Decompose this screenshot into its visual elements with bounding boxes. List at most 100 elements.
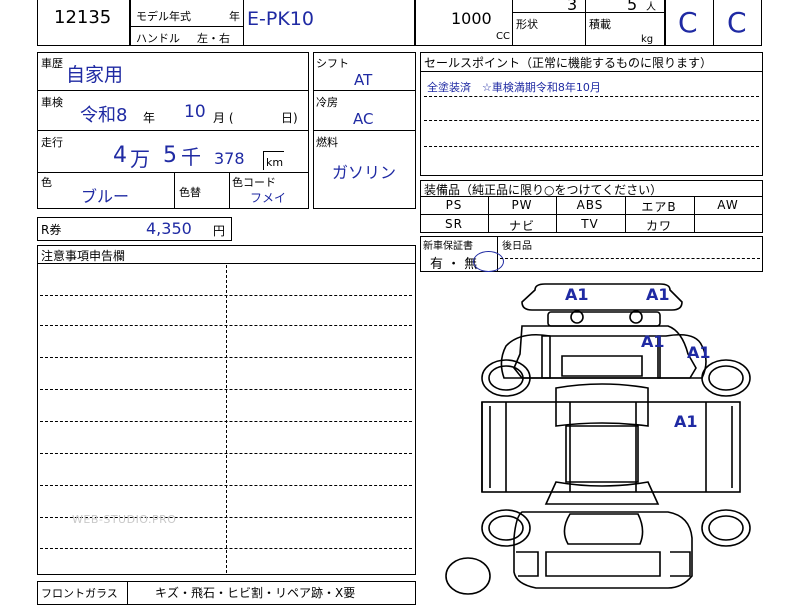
damage-mark-rear-quarter: A1 — [687, 343, 711, 362]
color-code-value: フメイ — [250, 191, 287, 205]
car-diagram — [445, 283, 751, 595]
info-line-2 — [37, 130, 309, 131]
cooling-value: AC — [353, 110, 374, 128]
color-divider-1 — [174, 172, 175, 209]
notes-center-dash — [226, 265, 227, 573]
seats-unit: 人 — [646, 2, 656, 13]
notes-dash-6 — [40, 453, 412, 454]
model-year-unit: 年 — [229, 10, 240, 23]
displacement-unit: CC — [496, 31, 510, 42]
mileage-unit-box — [263, 151, 284, 170]
mileage-label: 走行 — [41, 136, 63, 149]
inspection-day-unit: 日) — [281, 111, 298, 125]
equipment-title-line — [420, 196, 763, 197]
inspection-month-unit: 月 ( — [213, 111, 234, 125]
notes-dash-9 — [40, 548, 412, 549]
inspection-month: 10 — [184, 102, 206, 122]
handle-label: ハンドル — [136, 32, 180, 45]
notes-dash-4 — [40, 389, 412, 390]
damage-mark-rear-right: A1 — [646, 285, 670, 304]
sales-dash-3 — [424, 146, 759, 147]
equip-leather: カワ — [645, 219, 672, 233]
inspection-year-unit: 年 — [143, 111, 156, 125]
sales-dash-1 — [424, 96, 759, 97]
notes-dash-2 — [40, 325, 412, 326]
mileage-rest: 378 — [214, 149, 245, 168]
fuel-value: ガソリン — [332, 163, 397, 182]
mileage-man: 4 — [113, 143, 127, 168]
load-unit: kg — [641, 34, 654, 45]
warranty-label: 新車保証書 — [423, 241, 473, 252]
spec-divider-1 — [512, 0, 513, 46]
sales-points-line1: 全塗装済 ☆車検満期令和8年10月 — [427, 81, 601, 94]
equip-airbag: エアB — [641, 200, 677, 214]
color-label: 色 — [41, 176, 52, 189]
sales-points-title: セールスポイント（正常に機能するものに限ります） — [424, 56, 713, 70]
sales-dash-2 — [424, 120, 759, 121]
equip-pw: PW — [511, 198, 533, 212]
lot-number: 12135 — [54, 7, 112, 28]
notes-title-line — [37, 263, 416, 264]
equip-ps: PS — [445, 198, 463, 212]
seats: 5 — [627, 0, 638, 14]
doors: 3 — [567, 0, 578, 14]
recycle-value: 4,350 — [146, 219, 192, 238]
damage-mark-side: A1 — [674, 412, 698, 431]
model-divider — [243, 0, 244, 46]
color-value: ブルー — [81, 187, 130, 206]
mileage-sen-unit: 千 — [181, 145, 201, 169]
shift-label: シフト — [316, 57, 349, 70]
color-divider-2 — [229, 172, 230, 209]
inspection-era-year: 令和8 — [80, 105, 128, 126]
damage-mark-rear-gate: A1 — [641, 332, 665, 351]
notes-dash-3 — [40, 357, 412, 358]
spec-divider-2 — [585, 0, 586, 46]
windshield-label: フロントガラス — [41, 587, 118, 600]
recycle-label: R券 — [41, 223, 62, 237]
windshield-options: キズ・飛石・ヒビ割・リペア跡・X要 — [155, 586, 356, 600]
windshield-divider — [127, 581, 128, 605]
shift-value: AT — [354, 71, 373, 89]
info-line-3 — [37, 172, 309, 173]
fuel-label: 燃料 — [316, 136, 338, 149]
warranty-options: 有 ・ 無 — [430, 257, 478, 272]
grade-right: C — [727, 6, 747, 39]
load-label: 積載 — [589, 18, 611, 31]
inspection-label: 車検 — [41, 96, 63, 109]
recycle-unit: 円 — [213, 224, 226, 238]
warranty-none-circle — [473, 251, 504, 272]
recycle-box — [37, 217, 232, 241]
grade-left: C — [678, 6, 698, 39]
notes-title: 注意事項申告欄 — [41, 249, 126, 263]
info-line-1 — [37, 90, 309, 91]
shape-label: 形状 — [516, 18, 538, 31]
spec-row-line — [512, 12, 665, 13]
displacement: 1000 — [451, 9, 492, 28]
history-value: 自家用 — [66, 64, 124, 86]
notes-dash-7 — [40, 485, 412, 486]
cooling-label: 冷房 — [316, 96, 338, 109]
drive-line-1 — [313, 90, 416, 91]
drive-line-2 — [313, 130, 416, 131]
equip-sr: SR — [445, 217, 463, 231]
color-change-label: 色替 — [179, 186, 201, 199]
mileage-man-unit: 万 — [130, 147, 150, 171]
model-row-line — [130, 26, 243, 27]
equipment-row-line — [420, 214, 763, 215]
model-year-label: モデル年式 — [136, 10, 191, 23]
sales-title-line — [420, 71, 763, 72]
notes-dash-5 — [40, 421, 412, 422]
notes-dash-1 — [40, 295, 412, 296]
warranty-dash — [500, 258, 760, 259]
equip-navi: ナビ — [508, 219, 535, 233]
history-label: 車歴 — [41, 57, 63, 70]
warranty-after-label: 後日品 — [502, 241, 532, 252]
equip-abs: ABS — [576, 198, 604, 212]
color-code-label: 色コード — [232, 176, 276, 189]
model-code: E-PK10 — [247, 8, 314, 30]
equip-aw: AW — [717, 198, 739, 212]
mileage-sen: 5 — [163, 143, 177, 168]
watermark: WEB-STUDIO.PRO — [72, 513, 177, 526]
damage-mark-rear-left: A1 — [565, 285, 589, 304]
handle-options: 左・右 — [197, 32, 230, 45]
